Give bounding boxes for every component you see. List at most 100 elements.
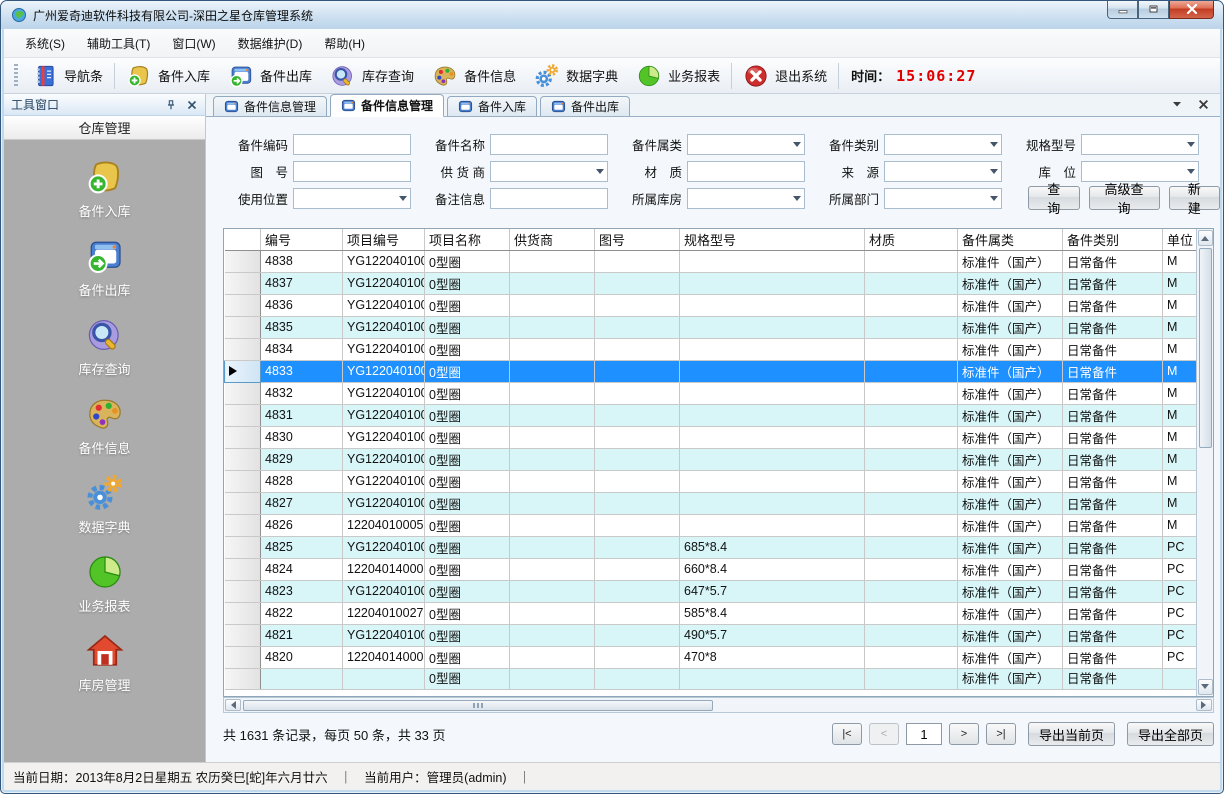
table-row[interactable]: 482212204010027000型圈585*8.4标准件（国产）日常备件PC	[225, 602, 1198, 624]
grid-column-header[interactable]: 备件属类	[958, 229, 1063, 250]
grid-cell[interactable]: 标准件（国产）	[958, 492, 1063, 514]
row-header-cell[interactable]	[225, 580, 261, 602]
grid-cell[interactable]: 4837	[261, 272, 343, 294]
sidebar-section-header[interactable]: 仓库管理	[4, 116, 205, 140]
grid-cell[interactable]: 标准件（国产）	[958, 668, 1063, 689]
grid-cell[interactable]: 日常备件	[1063, 580, 1163, 602]
grid-cell[interactable]: 4821	[261, 624, 343, 646]
chevron-down-icon[interactable]	[399, 189, 407, 208]
grid-column-header[interactable]: 单位	[1163, 229, 1198, 250]
grid-cell[interactable]	[865, 668, 958, 689]
row-header-cell[interactable]	[225, 668, 261, 689]
grid-column-header[interactable]: 项目名称	[425, 229, 510, 250]
grid-cell[interactable]: 日常备件	[1063, 448, 1163, 470]
next-page-button[interactable]: >	[949, 723, 979, 745]
grid-cell[interactable]: 4829	[261, 448, 343, 470]
tab-parts-inbound[interactable]: 备件入库	[447, 96, 537, 116]
sidebar-close-icon[interactable]	[185, 98, 198, 111]
grid-cell[interactable]: YG12204010084	[343, 448, 425, 470]
toolbar-data-dictionary[interactable]: 数据字典	[525, 61, 627, 91]
grid-cell[interactable]: M	[1163, 492, 1198, 514]
grid-cell[interactable]: 0型圈	[425, 272, 510, 294]
grid-cell[interactable]: 1220401002700	[343, 602, 425, 624]
chevron-down-icon[interactable]	[990, 189, 998, 208]
grid-cell[interactable]	[680, 426, 865, 448]
grid-cell[interactable]	[510, 426, 595, 448]
grid-cell[interactable]	[865, 426, 958, 448]
grid-cell[interactable]	[510, 558, 595, 580]
grid-cell[interactable]: 0型圈	[425, 338, 510, 360]
scroll-left-icon[interactable]	[225, 699, 241, 711]
grid-cell[interactable]: YG12204010081	[343, 536, 425, 558]
grid-cell[interactable]: PC	[1163, 558, 1198, 580]
chevron-down-icon[interactable]	[596, 162, 604, 181]
table-row[interactable]: 4835YG122040100900型圈标准件（国产）日常备件M	[225, 316, 1198, 338]
menu-system[interactable]: 系统(S)	[14, 30, 76, 57]
tab-list-chevron-down-icon[interactable]	[1170, 97, 1184, 111]
grid-cell[interactable]	[865, 294, 958, 316]
grid-cell[interactable]	[595, 492, 680, 514]
grid-cell[interactable]	[865, 602, 958, 624]
toolbar-nav-bar[interactable]: 导航条	[23, 61, 112, 91]
grid-cell[interactable]: 4824	[261, 558, 343, 580]
grid-cell[interactable]: 0型圈	[425, 602, 510, 624]
scroll-down-icon[interactable]	[1198, 679, 1213, 695]
grid-cell[interactable]: M	[1163, 404, 1198, 426]
grid-cell[interactable]: 470*8	[680, 646, 865, 668]
grid-cell[interactable]: 日常备件	[1063, 294, 1163, 316]
grid-cell[interactable]: 日常备件	[1063, 250, 1163, 272]
grid-column-header[interactable]: 材质	[865, 229, 958, 250]
grid-cell[interactable]: 标准件（国产）	[958, 382, 1063, 404]
grid-cell[interactable]: 标准件（国产）	[958, 448, 1063, 470]
text-input-field[interactable]	[490, 188, 608, 209]
grid-cell[interactable]	[595, 536, 680, 558]
grid-cell[interactable]: PC	[1163, 580, 1198, 602]
grid-cell[interactable]: 0型圈	[425, 360, 510, 382]
toolbar-parts-info[interactable]: 备件信息	[423, 61, 525, 91]
grid-cell[interactable]	[595, 360, 680, 382]
pin-icon[interactable]	[164, 98, 177, 111]
grid-cell[interactable]	[595, 668, 680, 689]
grid-cell[interactable]	[595, 316, 680, 338]
grid-cell[interactable]: 标准件（国产）	[958, 272, 1063, 294]
select-field[interactable]	[293, 188, 411, 209]
export-current-page-button[interactable]: 导出当前页	[1028, 722, 1115, 746]
grid-cell[interactable]: 0型圈	[425, 404, 510, 426]
grid-cell[interactable]	[680, 382, 865, 404]
grid-cell[interactable]	[595, 272, 680, 294]
table-row[interactable]: 4836YG122040100910型圈标准件（国产）日常备件M	[225, 294, 1198, 316]
grid-cell[interactable]: 4838	[261, 250, 343, 272]
toolbar-exit-system[interactable]: 退出系统	[734, 61, 836, 91]
grid-cell[interactable]: 标准件（国产）	[958, 602, 1063, 624]
grid-cell[interactable]	[595, 404, 680, 426]
grid-cell[interactable]: 日常备件	[1063, 470, 1163, 492]
select-field[interactable]	[884, 134, 1002, 155]
grid-cell[interactable]: M	[1163, 360, 1198, 382]
grid-cell[interactable]: 0型圈	[425, 646, 510, 668]
grid-cell[interactable]	[510, 338, 595, 360]
grid-cell[interactable]	[865, 272, 958, 294]
row-header-cell[interactable]	[225, 448, 261, 470]
grid-column-header[interactable]: 备件类别	[1063, 229, 1163, 250]
grid-cell[interactable]	[865, 404, 958, 426]
grid-cell[interactable]: 4827	[261, 492, 343, 514]
grid-cell[interactable]: YG12204010089	[343, 338, 425, 360]
menu-window[interactable]: 窗口(W)	[161, 30, 226, 57]
table-row[interactable]: 4837YG122040100920型圈标准件（国产）日常备件M	[225, 272, 1198, 294]
grid-cell[interactable]: 标准件（国产）	[958, 360, 1063, 382]
grid-cell[interactable]	[680, 272, 865, 294]
sidebar-item-parts-info[interactable]: 备件信息	[4, 387, 205, 466]
grid-cell[interactable]: 日常备件	[1063, 668, 1163, 689]
select-field[interactable]	[1081, 161, 1199, 182]
grid-cell[interactable]: 0型圈	[425, 668, 510, 689]
row-header-cell[interactable]	[225, 536, 261, 558]
grid-cell[interactable]	[510, 580, 595, 602]
row-header-cell[interactable]	[225, 404, 261, 426]
grid-cell[interactable]: 标准件（国产）	[958, 646, 1063, 668]
grid-cell[interactable]: 标准件（国产）	[958, 580, 1063, 602]
vertical-scrollbar[interactable]	[1196, 229, 1213, 696]
grid-cell[interactable]	[595, 514, 680, 536]
row-header-cell[interactable]	[225, 602, 261, 624]
grid-cell[interactable]: 日常备件	[1063, 316, 1163, 338]
grid-cell[interactable]	[510, 646, 595, 668]
